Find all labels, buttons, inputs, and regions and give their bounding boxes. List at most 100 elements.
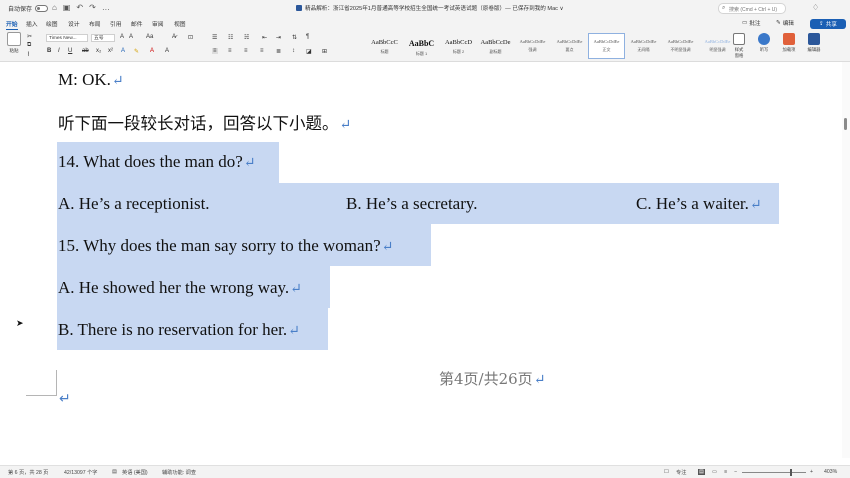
shrink-font-icon[interactable]: A (129, 34, 133, 40)
zoom-slider-knob[interactable] (790, 469, 792, 476)
autosave-toggle[interactable]: 自动保存 (8, 4, 49, 13)
clear-format-icon[interactable]: A̷ (172, 34, 176, 40)
paragraph-mark: ↵ (339, 117, 352, 133)
tab-design[interactable]: 设计 (68, 19, 80, 28)
highlight-icon[interactable]: ✎ (134, 48, 139, 55)
shading-icon[interactable]: ◪ (306, 48, 312, 55)
margin-crop-mark (26, 370, 57, 396)
style-no-spacing[interactable]: AaBbCcDdEe 无间隔 (625, 33, 662, 59)
font-size-select[interactable]: 五号 (91, 34, 115, 42)
zoom-level[interactable]: 403% (824, 469, 837, 475)
format-painter-icon[interactable]: ⌇ (27, 51, 30, 58)
style-subtitle[interactable]: AaBbCcDe 副标题 (477, 33, 514, 59)
font-color-icon[interactable]: A (150, 48, 154, 54)
grow-font-icon[interactable]: A (120, 34, 124, 40)
share-icon: ⇪ (819, 21, 824, 27)
strikethrough-button[interactable]: ab (82, 48, 89, 54)
line-spacing-icon[interactable]: ↕ (292, 48, 295, 54)
style-emphasis[interactable]: AaBbCcDdEe 强调 (514, 33, 551, 59)
style-heading-2[interactable]: AaBbCcD 标题 2 (440, 33, 477, 59)
paragraph-mark: ↵ (59, 390, 71, 406)
styles-pane-button[interactable]: 样式 窗格 (726, 33, 752, 59)
font-name-select[interactable]: Times New... (46, 34, 88, 42)
align-right-icon[interactable]: ≡ (244, 48, 248, 54)
vertical-scroll-thumb[interactable] (844, 118, 847, 130)
page-count[interactable]: 第 6 页，共 28 页 (8, 469, 48, 476)
cut-icon[interactable]: ✂ (27, 33, 32, 40)
web-layout-icon[interactable]: ▭ (712, 469, 717, 475)
tab-view[interactable]: 视图 (174, 19, 186, 28)
tab-references[interactable]: 引用 (110, 19, 122, 28)
borders-icon[interactable]: ⊞ (322, 48, 327, 55)
paragraph-mark: ↵ (749, 198, 762, 213)
zoom-in-icon[interactable]: + (810, 469, 813, 475)
text-effects-icon[interactable]: A (121, 48, 125, 54)
font-options-icon[interactable]: ⊡ (188, 34, 193, 41)
edit-mode-button[interactable]: ✎ 编辑 (776, 19, 794, 27)
sort-icon[interactable]: ⇅ (292, 34, 297, 41)
increase-indent-icon[interactable]: ⇥ (276, 34, 281, 41)
tab-review[interactable]: 审阅 (152, 19, 164, 28)
search-input[interactable]: ⌕ 搜索 (Cmd + Ctrl + U) (718, 3, 786, 14)
dictate-button[interactable]: 听写 (751, 33, 777, 53)
decrease-indent-icon[interactable]: ⇤ (262, 34, 267, 41)
bullets-icon[interactable]: ☰ (212, 34, 217, 41)
superscript-button[interactable]: x² (108, 48, 113, 54)
style-normal[interactable]: AaBbCcDdEe 正文 (588, 33, 625, 59)
undo-icon[interactable]: ↶ (76, 3, 83, 12)
align-center-icon[interactable]: ≡ (228, 48, 232, 54)
document-title[interactable]: 精品解析：浙江省2025年1月普通高等学校招生全国统一考试英语试题（原卷版）— … (296, 4, 564, 12)
autosave-switch[interactable] (35, 5, 49, 12)
paragraph-mark: ↵ (243, 156, 256, 171)
style-heading-1[interactable]: AaBbC 标题 1 (403, 33, 440, 59)
word-count[interactable]: 42/13097 个字 (64, 469, 97, 476)
tab-draw[interactable]: 绘图 (46, 19, 58, 28)
more-icon[interactable]: … (102, 3, 110, 12)
change-case-icon[interactable]: Aa (146, 34, 153, 40)
tab-layout[interactable]: 布局 (89, 19, 101, 28)
align-left-icon[interactable]: ≡ (212, 48, 218, 54)
doc-line: M: OK.↵ (58, 70, 124, 89)
document-page[interactable]: M: OK.↵ 听下面一段较长对话，回答以下小题。↵ 14. What does… (0, 62, 842, 458)
style-strong[interactable]: AaBbCcDdEe 要点 (551, 33, 588, 59)
show-marks-icon[interactable]: ¶ (306, 34, 309, 40)
bold-button[interactable]: B (47, 48, 51, 54)
save-icon[interactable]: ▣ (63, 3, 71, 12)
zoom-out-icon[interactable]: − (734, 469, 737, 475)
question-15: 15. Why does the man say sorry to the wo… (58, 236, 394, 255)
zoom-slider[interactable] (742, 472, 806, 473)
styles-gallery: AaBbCcC 标题 AaBbC 标题 1 AaBbCcD 标题 2 AaBbC… (366, 33, 736, 59)
focus-icon[interactable]: ☐ (664, 469, 669, 475)
editor-button[interactable]: 编辑器 (801, 33, 827, 53)
underline-button[interactable]: U (68, 48, 72, 54)
tab-insert[interactable]: 插入 (26, 19, 38, 28)
focus-mode-label[interactable]: 专注 (676, 469, 686, 476)
subscript-button[interactable]: x₂ (96, 48, 101, 54)
home-icon[interactable]: ⌂ (52, 3, 57, 12)
char-shading-icon[interactable]: A (165, 48, 169, 54)
paste-button[interactable]: 粘贴 (6, 32, 22, 54)
justify-icon[interactable]: ≡ (260, 48, 264, 54)
addins-button[interactable]: 加载项 (776, 33, 802, 53)
share-button[interactable]: ⇪ 共享 (810, 19, 846, 29)
accessibility-status[interactable]: 辅助功能: 调查 (162, 469, 196, 476)
comment-button[interactable]: ▭ 批注 (742, 19, 761, 27)
editor-icon (808, 33, 820, 45)
copy-icon[interactable]: ⧉ (27, 42, 31, 49)
multilevel-icon[interactable]: ☵ (244, 34, 249, 41)
redo-icon[interactable]: ↷ (89, 3, 96, 12)
language-indicator[interactable]: 英语 (美国) (122, 469, 148, 476)
style-subtle-emphasis[interactable]: AaBbCcDdEe 不明显强调 (662, 33, 699, 59)
proofing-icon[interactable]: ▤ (112, 469, 117, 475)
distributed-icon[interactable]: ≣ (276, 48, 281, 55)
tab-mailings[interactable]: 邮件 (131, 19, 143, 28)
bell-icon[interactable]: ♢ (812, 3, 819, 12)
read-mode-icon[interactable]: ≡ (724, 469, 727, 475)
italic-button[interactable]: I (58, 48, 60, 54)
style-title[interactable]: AaBbCcC 标题 (366, 33, 403, 59)
numbering-icon[interactable]: ☷ (228, 34, 233, 41)
print-layout-icon[interactable]: ▤ (698, 469, 705, 475)
pencil-icon: ✎ (776, 20, 781, 26)
tab-home[interactable]: 开始 (6, 19, 18, 30)
paragraph-mark: ↵ (288, 324, 300, 339)
